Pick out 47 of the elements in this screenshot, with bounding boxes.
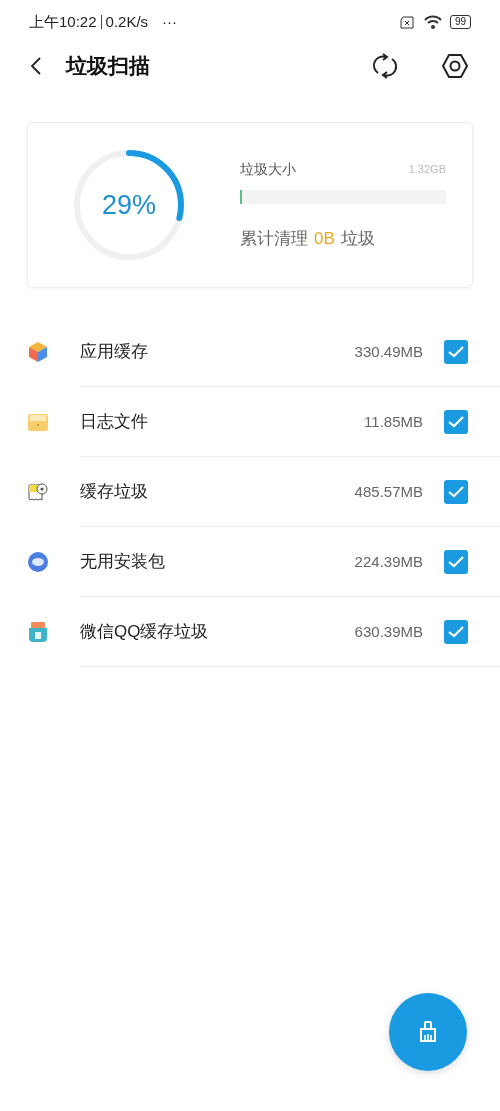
- disc-icon: [27, 551, 49, 573]
- cleaned-unit: 垃圾: [340, 227, 375, 250]
- no-sim-icon: [399, 15, 416, 29]
- checkmark-icon: [448, 486, 464, 498]
- checkbox[interactable]: [444, 550, 468, 574]
- storage-icon: [27, 621, 49, 643]
- category-label: 应用缓存: [80, 341, 148, 364]
- category-label: 缓存垃圾: [80, 481, 148, 504]
- size-label: 垃圾大小: [240, 159, 296, 179]
- junk-category-row[interactable]: 微信QQ缓存垃圾 630.39MB: [0, 597, 500, 667]
- checkmark-icon: [448, 346, 464, 358]
- category-size: 11.85MB: [364, 411, 423, 432]
- category-size: 630.39MB: [354, 621, 423, 642]
- junk-category-row[interactable]: 无用安装包 224.39MB: [0, 527, 500, 597]
- battery-indicator: 99: [449, 15, 471, 29]
- checkbox[interactable]: [444, 410, 468, 434]
- paper-roll-icon: [27, 481, 49, 503]
- clean-button[interactable]: [389, 993, 467, 1071]
- category-label: 微信QQ缓存垃圾: [80, 621, 209, 644]
- cleaned-label: 累计清理: [240, 227, 308, 250]
- broom-icon: [418, 1021, 438, 1043]
- checkmark-icon: [448, 556, 464, 568]
- folder-icon: [27, 412, 49, 432]
- refresh-button[interactable]: [370, 51, 400, 81]
- cube-icon: [27, 341, 49, 363]
- page-title: 垃圾扫描: [66, 53, 150, 80]
- percent-text: 29%: [101, 188, 156, 222]
- settings-button[interactable]: [440, 51, 470, 81]
- checkmark-icon: [448, 626, 464, 638]
- junk-category-row[interactable]: 应用缓存 330.49MB: [0, 317, 500, 387]
- checkbox[interactable]: [444, 480, 468, 504]
- checkbox[interactable]: [444, 620, 468, 644]
- category-size: 330.49MB: [354, 341, 423, 362]
- size-value: 1.32GB: [408, 162, 446, 177]
- wifi-icon: [423, 15, 442, 29]
- category-size: 224.39MB: [354, 551, 423, 572]
- network-speed: 0.2K/s: [105, 11, 149, 32]
- junk-category-row[interactable]: 缓存垃圾 485.57MB: [0, 457, 500, 527]
- cleaned-amount: 0B: [314, 227, 335, 250]
- status-time: 上午10:22: [29, 11, 97, 32]
- category-label: 日志文件: [80, 411, 148, 434]
- more-notifications: ···: [162, 11, 178, 32]
- junk-category-row[interactable]: 日志文件 11.85MB: [0, 387, 500, 457]
- category-label: 无用安装包: [80, 551, 165, 574]
- checkmark-icon: [448, 416, 464, 428]
- category-size: 485.57MB: [354, 481, 423, 502]
- checkbox[interactable]: [444, 340, 468, 364]
